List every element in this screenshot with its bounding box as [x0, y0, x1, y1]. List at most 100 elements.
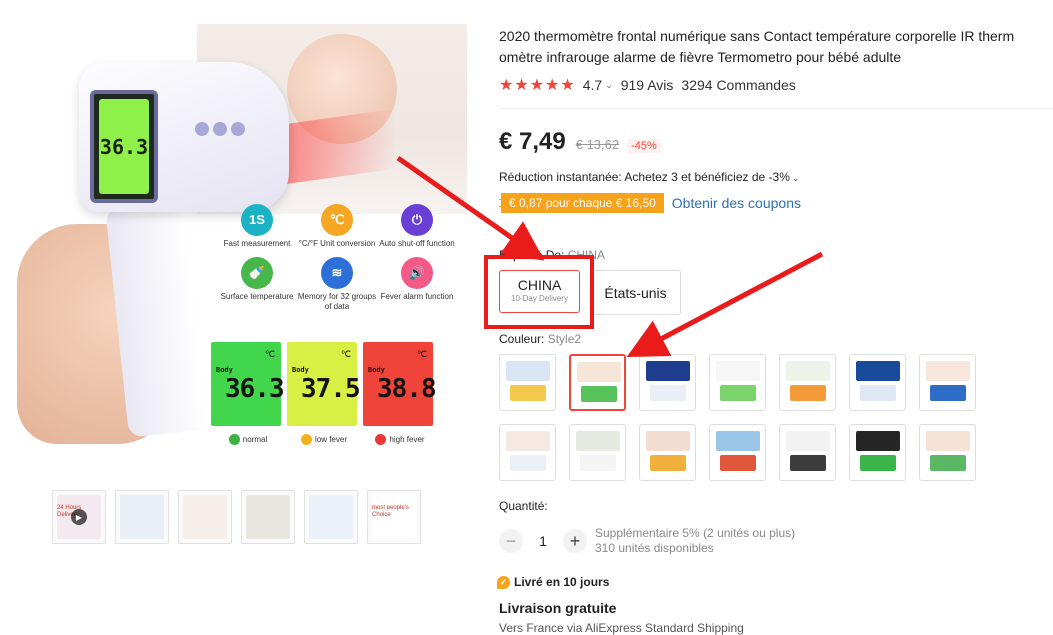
swatch-image	[926, 431, 970, 451]
quantity-label: Quantité:	[499, 499, 548, 513]
color-swatch[interactable]	[499, 354, 556, 411]
swatch-image	[510, 455, 546, 471]
color-swatch[interactable]	[639, 424, 696, 481]
instant-discount-text: Réduction instantanée: Achetez 3 et béné…	[499, 170, 790, 184]
image-thumbnail[interactable]	[115, 490, 169, 544]
smiley-face-icon	[228, 434, 240, 445]
feature-item: 🔊 Fever alarm function	[377, 257, 457, 312]
current-price: € 7,49	[499, 128, 566, 155]
color-swatch[interactable]	[779, 424, 836, 481]
swatch-image	[646, 431, 690, 451]
video-thumbnail[interactable]: 24 Hours Delivery ▶	[52, 490, 106, 544]
swatch-image	[926, 361, 970, 381]
color-swatch[interactable]	[779, 354, 836, 411]
image-thumbnail[interactable]	[241, 490, 295, 544]
ship-option-us[interactable]: États-unis	[590, 270, 681, 315]
lcd-label-text: low fever	[314, 435, 347, 444]
image-thumbnail[interactable]: most people's Choice	[367, 490, 421, 544]
color-swatch[interactable]	[919, 424, 976, 481]
image-thumbnail[interactable]	[304, 490, 358, 544]
discount-badge: -45%	[627, 139, 661, 153]
color-swatch[interactable]	[919, 354, 976, 411]
divider	[499, 108, 1053, 109]
instant-discount[interactable]: Réduction instantanée: Achetez 3 et béné…	[499, 170, 799, 184]
feature-label: Fever alarm function	[380, 292, 454, 301]
play-icon[interactable]: ▶	[71, 509, 87, 525]
color-swatch[interactable]	[569, 424, 626, 481]
lcd-value: 37.5	[301, 374, 361, 404]
feature-label: Surface temperature	[220, 292, 294, 301]
swatch-image	[716, 361, 760, 381]
swatch-image	[506, 431, 550, 451]
thermometer-buttons	[195, 122, 249, 141]
swatch-image	[930, 385, 966, 401]
color-title: Couleur:	[499, 332, 545, 346]
color-swatch[interactable]	[709, 354, 766, 411]
lcd-body-label: Body	[368, 366, 385, 374]
thumbnail-caption: most people's Choice	[372, 505, 409, 518]
thumbnail-image	[246, 495, 290, 539]
swatch-image	[856, 361, 900, 381]
quantity-info: Supplémentaire 5% (2 unités ou plus) 310…	[595, 526, 795, 556]
smiley-face-icon	[375, 434, 387, 445]
lcd-reading-box: Body ℃ 36.3	[211, 342, 285, 426]
lcd-body-label: Body	[216, 366, 233, 374]
swatch-image	[930, 455, 966, 471]
feature-item: ⏻ Auto shut-off function	[377, 204, 457, 249]
lcd-label-text: normal	[242, 435, 268, 444]
color-label: Couleur: Style2	[499, 332, 581, 346]
swatch-image	[790, 455, 826, 471]
feature-item: 🍼 Surface temperature	[217, 257, 297, 312]
swatch-image	[506, 361, 550, 381]
color-swatch[interactable]	[849, 424, 906, 481]
feature-label: Fast measurement	[223, 239, 291, 248]
delivery-bolt-icon: ✓	[497, 575, 510, 589]
reviews-count[interactable]: 919 Avis	[621, 77, 674, 93]
chevron-down-icon: ⌄	[791, 173, 800, 183]
quantity-minus-button[interactable]: −	[499, 529, 523, 553]
image-thumbnail[interactable]	[178, 490, 232, 544]
lcd-unit: ℃	[416, 350, 427, 360]
feature-item: ≋ Memory for 32 groups of data	[297, 257, 377, 312]
feature-grid: 1S Fast measurement ℃ °C/°F Unit conversion…	[217, 204, 457, 312]
shipping-detail[interactable]: Vers France via AliExpress Standard Ship…	[499, 621, 744, 635]
stock-text: 310 unités disponibles	[595, 541, 714, 555]
swatch-image	[581, 386, 617, 402]
star-rating-icon: ★★★★★	[499, 77, 576, 94]
lcd-label: low fever	[289, 434, 359, 445]
product-title: 2020 thermomètre frontal numérique sans …	[499, 26, 1053, 68]
free-shipping: Livraison gratuite	[499, 600, 617, 616]
color-swatch[interactable]	[569, 354, 626, 411]
color-swatch[interactable]	[499, 424, 556, 481]
swatch-image	[720, 455, 756, 471]
lcd-value: 38.8	[377, 374, 437, 404]
1s-speed-icon: 1S	[241, 204, 273, 236]
get-coupons-link[interactable]: Obtenir des coupons	[672, 195, 801, 211]
swatch-image	[650, 455, 686, 471]
feature-item: ℃ °C/°F Unit conversion	[297, 204, 377, 249]
quantity-plus-button[interactable]: +	[563, 529, 587, 553]
rating-row: ★★★★★ 4.7 ⌄ 919 Avis 3294 Commandes	[499, 75, 796, 95]
original-price: € 13,62	[575, 137, 620, 152]
lcd-labels: normal low fever high fever	[213, 434, 435, 445]
product-title-line: 2020 thermomètre frontal numérique sans …	[499, 28, 1015, 44]
chevron-down-icon[interactable]: ⌄	[605, 80, 613, 91]
thumbnail-strip: 24 Hours Delivery ▶ most people's Choice	[52, 490, 421, 544]
lcd-body-label: Body	[292, 366, 309, 374]
thermometer-reading: 36.3	[99, 99, 149, 194]
swatch-image	[510, 385, 546, 401]
main-product-image[interactable]: 36.3 1S Fast measurement ℃ °C/°F Unit conve…	[17, 24, 467, 449]
color-swatch[interactable]	[639, 354, 696, 411]
thumbnail-image	[309, 495, 353, 539]
swatch-image	[650, 385, 686, 401]
color-swatch[interactable]	[709, 424, 766, 481]
orders-count: 3294 Commandes	[681, 77, 796, 93]
rating-value[interactable]: 4.7	[583, 77, 602, 93]
quantity-value[interactable]: 1	[523, 533, 563, 549]
delivery-badge: ✓ Livré en 10 jours	[497, 575, 609, 589]
feature-label: Auto shut-off function	[379, 239, 455, 248]
price-row: € 7,49 € 13,62 -45%	[499, 128, 661, 156]
swatch-image	[716, 431, 760, 451]
swatch-image	[577, 362, 621, 382]
color-swatch[interactable]	[849, 354, 906, 411]
